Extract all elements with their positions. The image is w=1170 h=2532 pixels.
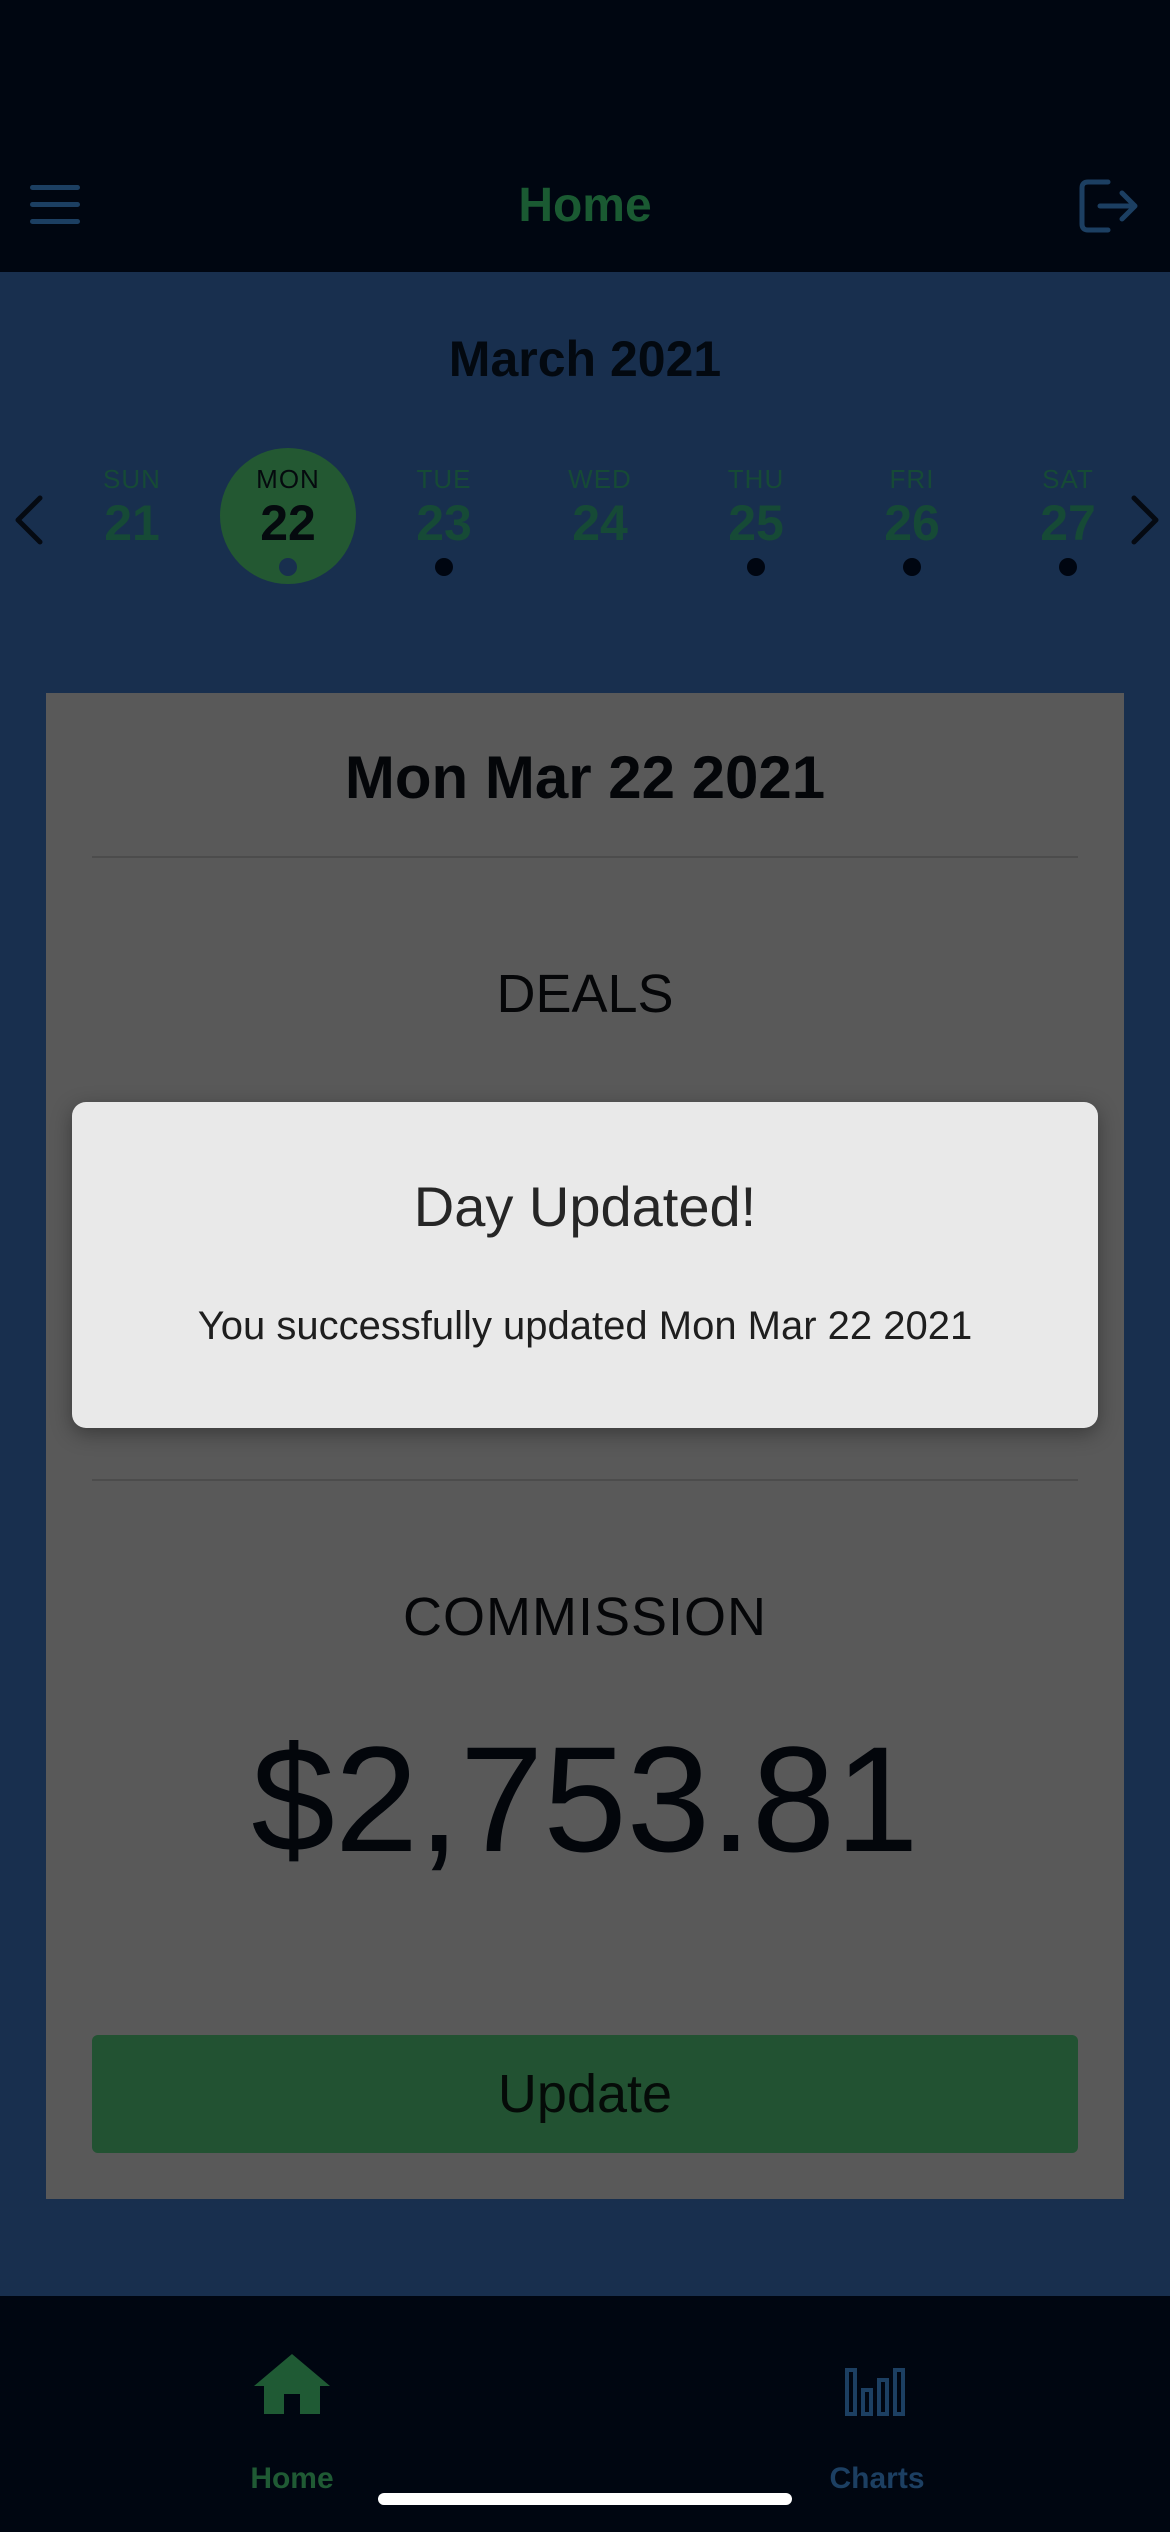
- success-modal[interactable]: Day Updated! You successfully updated Mo…: [72, 1102, 1098, 1428]
- day-number: 26: [884, 495, 940, 551]
- commission-value: $2,753.81: [251, 1715, 919, 1883]
- day-number: 21: [104, 495, 160, 551]
- bar-chart-icon: [845, 2368, 905, 2416]
- home-indicator: [378, 2493, 792, 2505]
- day-of-week: THU: [727, 464, 785, 494]
- day-of-week: SAT: [1042, 464, 1094, 494]
- calendar-day[interactable]: FRI 26: [844, 448, 980, 584]
- day-of-week: WED: [568, 464, 632, 494]
- day-number: 22: [260, 495, 316, 551]
- tab-label: Home: [250, 2462, 334, 2495]
- tab-charts[interactable]: Charts: [777, 2346, 977, 2495]
- day-of-week: SUN: [103, 464, 161, 494]
- calendar-day-selected[interactable]: MON 22: [220, 448, 356, 584]
- modal-message: You successfully updated Mon Mar 22 2021: [197, 1304, 973, 1348]
- divider: [92, 1479, 1078, 1481]
- entry-dot: [903, 558, 921, 576]
- commission-label: COMMISSION: [402, 1587, 767, 1647]
- day-number: 27: [1040, 495, 1096, 551]
- calendar-day[interactable]: SAT 27: [1000, 448, 1136, 584]
- day-of-week: MON: [256, 464, 320, 494]
- tab-label: Charts: [829, 2462, 925, 2495]
- day-number: 23: [416, 495, 472, 551]
- page-title: Home: [518, 179, 652, 232]
- logout-icon[interactable]: [1078, 178, 1140, 234]
- day-card: Mon Mar 22 2021 DEALS COMMISSION $2,753.…: [46, 693, 1124, 2199]
- modal-title: Day Updated!: [413, 1175, 757, 1238]
- calendar-day[interactable]: SUN 21: [64, 448, 200, 584]
- entry-dot: [747, 558, 765, 576]
- divider: [92, 856, 1078, 858]
- day-number: 24: [572, 495, 628, 551]
- calendar-day[interactable]: THU 25: [688, 448, 824, 584]
- update-button[interactable]: Update: [92, 2035, 1078, 2153]
- entry-dot: [435, 558, 453, 576]
- month-label: March 2021: [448, 331, 722, 387]
- calendar-day[interactable]: TUE 23: [376, 448, 512, 584]
- deals-label: DEALS: [496, 964, 674, 1024]
- home-icon: [254, 2354, 330, 2414]
- entry-dot: [1059, 558, 1077, 576]
- tab-home[interactable]: Home: [192, 2346, 392, 2495]
- day-number: 25: [728, 495, 784, 551]
- card-date-title: Mon Mar 22 2021: [344, 744, 826, 811]
- chevron-left-icon[interactable]: [10, 490, 50, 550]
- day-of-week: FRI: [889, 464, 935, 494]
- day-of-week: TUE: [416, 464, 472, 494]
- calendar-day[interactable]: WED 24: [532, 448, 668, 584]
- entry-dot: [279, 558, 297, 576]
